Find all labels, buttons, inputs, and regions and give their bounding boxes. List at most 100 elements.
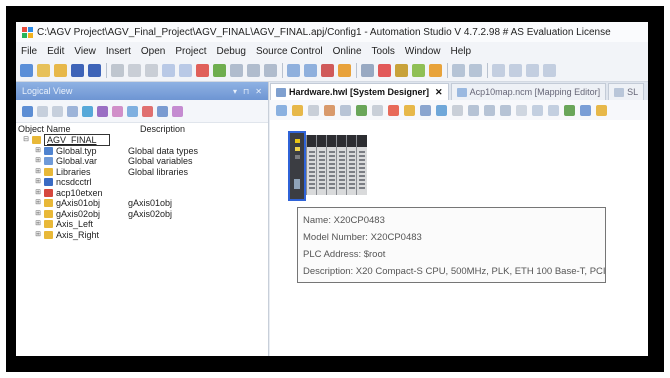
- cpu-module-x20cp0483[interactable]: [288, 131, 306, 201]
- menu-help[interactable]: Help: [445, 46, 476, 57]
- settings-icon[interactable]: [452, 64, 465, 77]
- expand-icon[interactable]: ⊞: [34, 219, 42, 229]
- open-folder-icon[interactable]: [54, 64, 67, 77]
- menu-insert[interactable]: Insert: [101, 46, 136, 57]
- new-project-icon[interactable]: [20, 64, 33, 77]
- rebuild-icon[interactable]: [230, 64, 243, 77]
- menu-project[interactable]: Project: [170, 46, 211, 57]
- menu-edit[interactable]: Edit: [42, 46, 69, 57]
- close-tab-icon[interactable]: ✕: [435, 87, 443, 98]
- zoom-out-icon[interactable]: [308, 104, 319, 116]
- menu-window[interactable]: Window: [400, 46, 446, 57]
- menu-online[interactable]: Online: [328, 46, 367, 57]
- paste-icon[interactable]: [145, 64, 158, 77]
- expand-icon[interactable]: ⊞: [34, 156, 42, 166]
- build-icon[interactable]: [213, 64, 226, 77]
- filter-icon[interactable]: [97, 105, 108, 117]
- export-icon[interactable]: [157, 105, 168, 117]
- open-project-icon[interactable]: [37, 64, 50, 77]
- tab-sl[interactable]: SL: [608, 83, 645, 100]
- export-view-icon[interactable]: [548, 104, 559, 116]
- cut-icon[interactable]: [111, 64, 124, 77]
- details-icon[interactable]: [67, 105, 78, 117]
- io-module[interactable]: [356, 135, 367, 195]
- panel-pin-icon[interactable]: ⊓: [243, 87, 249, 96]
- warm-restart-icon[interactable]: [429, 64, 442, 77]
- tree-root-label[interactable]: AGV_FINAL: [44, 134, 110, 147]
- module-properties-icon[interactable]: [420, 104, 431, 116]
- tree-item[interactable]: ⊞ ncsdcctrl: [16, 177, 268, 188]
- expand-all-icon[interactable]: [112, 105, 123, 117]
- plc-hardware-rack[interactable]: [288, 131, 370, 201]
- distribute-icon[interactable]: [516, 104, 527, 116]
- window-split-icon[interactable]: [509, 64, 522, 77]
- tree-item[interactable]: ⊞ gAxis01obj gAxis01obj: [16, 198, 268, 209]
- tree-root-row[interactable]: ⊟ AGV_FINAL: [16, 134, 268, 147]
- tree-item[interactable]: ⊞ Global.var Global variables: [16, 156, 268, 167]
- zoom-in-icon[interactable]: [292, 104, 303, 116]
- find-icon[interactable]: [247, 64, 260, 77]
- window-tile-icon[interactable]: [526, 64, 539, 77]
- save-icon[interactable]: [71, 64, 84, 77]
- column-object-name[interactable]: Object Name: [18, 124, 140, 134]
- menu-file[interactable]: File: [16, 46, 42, 57]
- run-icon[interactable]: [412, 64, 425, 77]
- tab-mapping-editor[interactable]: Acp10map.ncm [Mapping Editor]: [450, 83, 607, 100]
- more-tools-icon[interactable]: [596, 104, 607, 116]
- expand-icon[interactable]: ⊞: [34, 230, 42, 240]
- monitor-icon[interactable]: [287, 64, 300, 77]
- column-description[interactable]: Description: [140, 124, 185, 134]
- stop-icon[interactable]: [321, 64, 334, 77]
- copy-icon[interactable]: [128, 64, 141, 77]
- transfer-icon[interactable]: [338, 64, 351, 77]
- window-cascade-icon[interactable]: [543, 64, 556, 77]
- tree-item[interactable]: ⊞ acp10etxen: [16, 188, 268, 199]
- tree-item[interactable]: ⊞ Libraries Global libraries: [16, 167, 268, 178]
- io-mapping-icon[interactable]: [436, 104, 447, 116]
- select-icon[interactable]: [276, 104, 287, 116]
- expand-icon[interactable]: ⊞: [34, 188, 42, 198]
- redo-icon[interactable]: [179, 64, 192, 77]
- menu-source-control[interactable]: Source Control: [251, 46, 328, 57]
- import-icon[interactable]: [172, 105, 183, 117]
- properties-icon[interactable]: [37, 105, 48, 117]
- expand-icon[interactable]: ⊞: [34, 146, 42, 156]
- validate-icon[interactable]: [564, 104, 575, 116]
- window-layout-icon[interactable]: [492, 64, 505, 77]
- save-all-icon[interactable]: [88, 64, 101, 77]
- power-icon[interactable]: [395, 64, 408, 77]
- zoom-fit-icon[interactable]: [324, 104, 335, 116]
- hardware-canvas[interactable]: Name: X20CP0483 Model Number: X20CP0483 …: [270, 120, 648, 356]
- insert-module-icon[interactable]: [404, 104, 415, 116]
- help-icon[interactable]: [580, 104, 591, 116]
- watch-icon[interactable]: [304, 64, 317, 77]
- delete-object-icon[interactable]: [142, 105, 153, 117]
- align-right-icon[interactable]: [484, 104, 495, 116]
- undo-icon[interactable]: [162, 64, 175, 77]
- menu-open[interactable]: Open: [136, 46, 170, 57]
- menu-debug[interactable]: Debug: [211, 46, 250, 57]
- search-icon[interactable]: [361, 64, 374, 77]
- tree-item[interactable]: ⊞ Axis_Left: [16, 219, 268, 230]
- add-object-icon[interactable]: [22, 105, 33, 117]
- expand-icon[interactable]: ⊞: [34, 198, 42, 208]
- tools-icon[interactable]: [469, 64, 482, 77]
- align-top-icon[interactable]: [500, 104, 511, 116]
- view-list-icon[interactable]: [52, 105, 63, 117]
- wire-icon[interactable]: [372, 104, 383, 116]
- panel-close-icon[interactable]: ✕: [255, 87, 262, 96]
- delete-module-icon[interactable]: [388, 104, 399, 116]
- tree-item[interactable]: ⊞ Axis_Right: [16, 230, 268, 241]
- print-icon[interactable]: [532, 104, 543, 116]
- tab-hardware-system-designer[interactable]: Hardware.hwl [System Designer] ✕: [270, 83, 449, 100]
- refresh-icon[interactable]: [82, 105, 93, 117]
- panel-dropdown-icon[interactable]: ▾: [233, 87, 237, 96]
- tree-item[interactable]: ⊞ Global.typ Global data types: [16, 146, 268, 157]
- grid-icon[interactable]: [340, 104, 351, 116]
- configuration-icon[interactable]: [452, 104, 463, 116]
- connect-icon[interactable]: [356, 104, 367, 116]
- collapse-icon[interactable]: ⊟: [22, 135, 30, 145]
- collapse-all-icon[interactable]: [127, 105, 138, 117]
- delete-icon[interactable]: [196, 64, 209, 77]
- expand-icon[interactable]: ⊞: [34, 209, 42, 219]
